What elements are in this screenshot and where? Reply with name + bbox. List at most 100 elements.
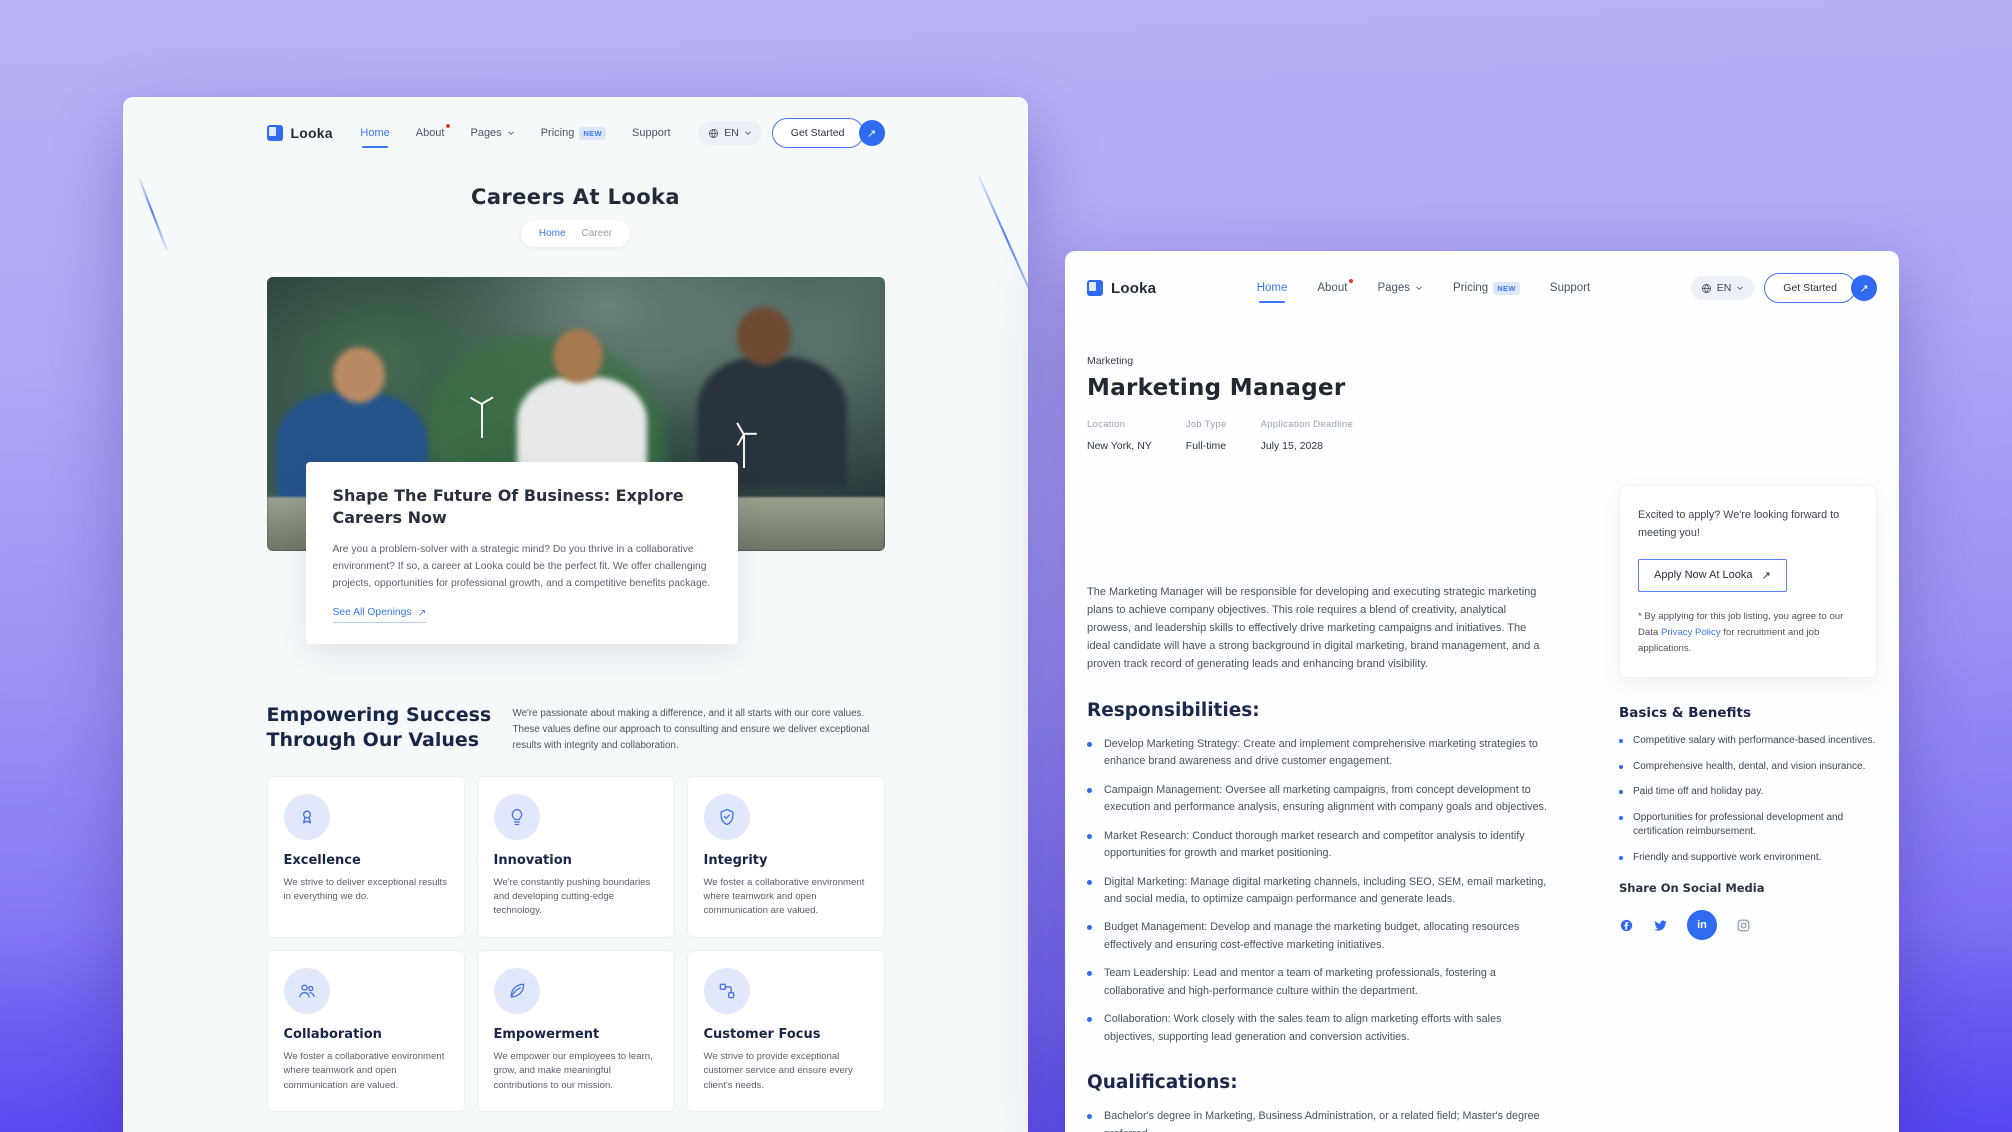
language-selector[interactable]: EN: [698, 121, 762, 145]
chevron-down-icon: [1736, 284, 1744, 292]
nav-pricing-link[interactable]: PricingNEW: [1453, 282, 1520, 295]
language-selector[interactable]: EN: [1691, 276, 1755, 300]
twitter-icon[interactable]: [1653, 918, 1668, 933]
breadcrumb-home[interactable]: Home: [539, 228, 566, 239]
values-grid: Excellence We strive to deliver exceptio…: [267, 776, 885, 1112]
values-intro: We're passionate about making a differen…: [513, 706, 885, 754]
people-icon: [297, 981, 317, 1001]
value-desc: We're constantly pushing boundaries and …: [494, 876, 658, 919]
value-title: Empowerment: [494, 1027, 658, 1042]
value-desc: We strive to provide exceptional custome…: [704, 1050, 868, 1093]
award-icon: [297, 807, 317, 827]
language-value: EN: [724, 127, 739, 139]
value-desc: We foster a collaborative environment wh…: [704, 876, 868, 919]
globe-icon: [708, 128, 719, 139]
apply-now-button[interactable]: Apply Now At Looka ↗: [1638, 559, 1787, 592]
hero-heading: Shape The Future Of Business: Explore Ca…: [333, 485, 711, 530]
list-item: Bachelor's degree in Marketing, Business…: [1087, 1108, 1553, 1132]
globe-icon: [1701, 283, 1712, 294]
list-item: Competitive salary with performance-base…: [1619, 734, 1877, 749]
language-value: EN: [1717, 282, 1732, 294]
meta-location: Location New York, NY: [1087, 419, 1152, 452]
photo-shape: [553, 329, 603, 383]
facebook-icon[interactable]: [1619, 918, 1634, 933]
navbar: Looka Home About Pages PricingNEW Suppor…: [1087, 251, 1877, 325]
nav-support-link[interactable]: Support: [1550, 282, 1590, 294]
logo-text: Looka: [291, 125, 333, 141]
bullet-dot: [1087, 925, 1092, 930]
get-started-button[interactable]: Get Started: [1764, 273, 1856, 303]
qualifications-list: Bachelor's degree in Marketing, Business…: [1087, 1108, 1553, 1132]
see-all-openings-link[interactable]: See All Openings ↗: [333, 607, 427, 623]
notification-dot: [446, 124, 450, 128]
list-item: Campaign Management: Oversee all marketi…: [1087, 782, 1553, 817]
logo[interactable]: Looka: [1087, 280, 1156, 297]
nav-about-link[interactable]: About: [416, 127, 445, 139]
nav-pages-link[interactable]: Pages: [470, 127, 514, 139]
list-item: Market Research: Conduct thorough market…: [1087, 828, 1553, 863]
job-category: Marketing: [1087, 355, 1877, 367]
chevron-down-icon: [744, 129, 752, 137]
leaf-icon: [507, 981, 527, 1001]
arrow-up-right-icon[interactable]: ↗: [1851, 275, 1877, 301]
linkedin-icon[interactable]: in: [1687, 910, 1717, 940]
nav-links: Home About Pages PricingNEW Support: [1257, 282, 1591, 295]
value-card-integrity: Integrity We foster a collaborative envi…: [687, 776, 885, 938]
value-card-customer-focus: Customer Focus We strive to provide exce…: [687, 950, 885, 1112]
value-card-empowerment: Empowerment We empower our employees to …: [477, 950, 675, 1112]
bullet-dot: [1087, 880, 1092, 885]
nav-support-link[interactable]: Support: [632, 127, 671, 139]
logo[interactable]: Looka: [267, 125, 333, 141]
job-description: The Marketing Manager will be responsibl…: [1087, 584, 1545, 674]
list-item: Budget Management: Develop and manage th…: [1087, 919, 1553, 954]
job-title: Marketing Manager: [1087, 375, 1877, 401]
bullet-dot: [1087, 971, 1092, 976]
list-item: Paid time off and holiday pay.: [1619, 785, 1877, 800]
nav-pricing-link[interactable]: PricingNEW: [541, 127, 606, 140]
bullet-dot: [1087, 834, 1092, 839]
qualifications-heading: Qualifications:: [1087, 1072, 1877, 1093]
value-title: Integrity: [704, 853, 868, 868]
job-detail-window: Looka Home About Pages PricingNEW Suppor…: [1065, 251, 1899, 1132]
nav-right: EN Get Started ↗: [1691, 273, 1877, 303]
instagram-icon[interactable]: [1736, 918, 1751, 933]
nav-about-link[interactable]: About: [1317, 282, 1347, 294]
job-sidebar: Excited to apply? We're looking forward …: [1619, 485, 1877, 940]
get-started-button[interactable]: Get Started: [772, 118, 864, 148]
list-item: Collaboration: Work closely with the sal…: [1087, 1011, 1553, 1046]
value-desc: We empower our employees to learn, grow,…: [494, 1050, 658, 1093]
page-title: Careers At Looka: [267, 185, 885, 209]
bullet-dot: [1619, 790, 1623, 794]
decorative-line: [977, 175, 1028, 313]
social-share-row: in: [1619, 910, 1877, 940]
list-item: Opportunities for professional developme…: [1619, 811, 1877, 840]
shield-check-icon: [717, 807, 737, 827]
nav-links: Home About Pages PricingNEW Support: [360, 127, 670, 140]
bullet-dot: [1087, 1017, 1092, 1022]
notification-dot: [1349, 279, 1353, 283]
arrow-up-right-icon: ↗: [418, 607, 427, 619]
nav-home-link[interactable]: Home: [360, 127, 389, 139]
arrow-up-right-icon: ↗: [1761, 569, 1770, 582]
arrow-up-right-icon[interactable]: ↗: [859, 120, 885, 146]
nav-right: EN Get Started ↗: [698, 118, 884, 148]
breadcrumb-current: Career: [582, 228, 613, 239]
privacy-policy-link[interactable]: Privacy Policy: [1661, 627, 1721, 638]
value-desc: We foster a collaborative environment wh…: [284, 1050, 448, 1093]
logo-text: Looka: [1111, 280, 1156, 297]
bullet-dot: [1087, 742, 1092, 747]
value-title: Customer Focus: [704, 1027, 868, 1042]
hero-body: Are you a problem-solver with a strategi…: [333, 541, 711, 593]
bullet-dot: [1619, 856, 1623, 860]
nav-pages-link[interactable]: Pages: [1377, 282, 1423, 294]
list-item: Friendly and supportive work environment…: [1619, 851, 1877, 866]
hero-card: Shape The Future Of Business: Explore Ca…: [306, 462, 738, 644]
apply-text: Excited to apply? We're looking forward …: [1638, 506, 1858, 543]
navbar: Looka Home About Pages PricingNEW Suppor…: [267, 97, 885, 169]
value-title: Excellence: [284, 853, 448, 868]
apply-card: Excited to apply? We're looking forward …: [1619, 485, 1877, 678]
lightbulb-icon: [507, 807, 527, 827]
new-badge: NEW: [1493, 282, 1520, 295]
bullet-dot: [1619, 816, 1623, 820]
nav-home-link[interactable]: Home: [1257, 282, 1288, 294]
